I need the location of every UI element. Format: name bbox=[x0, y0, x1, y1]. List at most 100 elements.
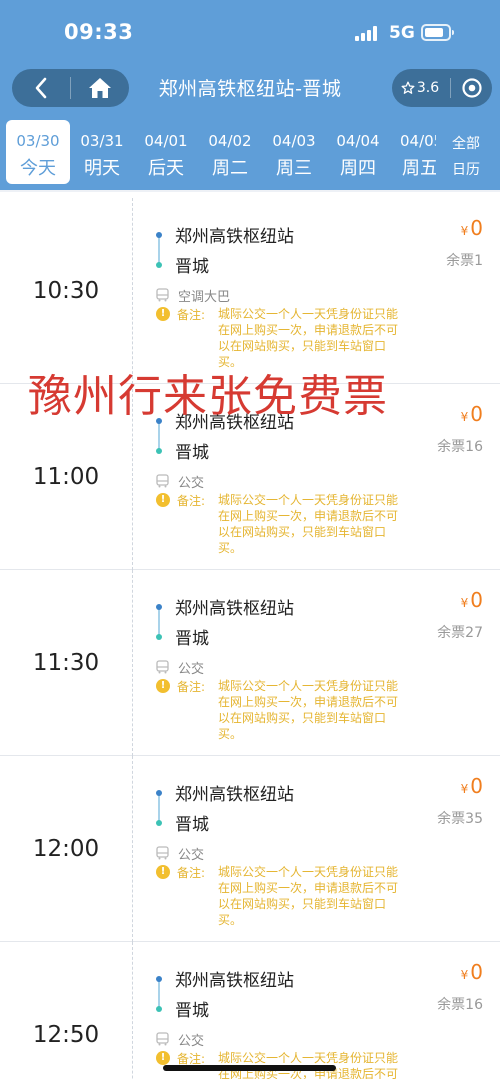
note-text: 城际公交一个人一天凭身份证只能在网上购买一次，申请退款后不可以在网站购买，只能到… bbox=[218, 865, 399, 927]
date-tab-6[interactable]: 04/05 周五 bbox=[390, 120, 436, 186]
status-bar: 09:33 5G bbox=[0, 0, 500, 66]
currency-symbol: ¥ bbox=[460, 968, 469, 982]
price-value: 0 bbox=[470, 402, 483, 426]
trip-row[interactable]: 12:50 郑州高铁枢纽站 晋城 公交 ! 备注: 城际公交一个人一天凭身份证只… bbox=[0, 942, 500, 1079]
remaining-tickets: 余票35 bbox=[437, 811, 483, 827]
origin-dot bbox=[156, 604, 162, 610]
destination-station: 晋城 bbox=[175, 629, 209, 649]
bus-icon bbox=[156, 846, 169, 860]
currency-symbol: ¥ bbox=[460, 782, 469, 796]
remaining-tickets: 余票27 bbox=[437, 625, 483, 641]
close-mini-program-button[interactable] bbox=[454, 69, 490, 107]
bus-icon bbox=[156, 660, 169, 674]
currency-symbol: ¥ bbox=[460, 410, 469, 424]
bus-type: 公交 bbox=[178, 662, 205, 677]
info-icon: ! bbox=[156, 493, 170, 507]
trip-row[interactable]: 11:30 郑州高铁枢纽站 晋城 公交 ! 备注: 城际公交一个人一天凭身份证只… bbox=[0, 570, 500, 756]
destination-station: 晋城 bbox=[175, 815, 209, 835]
date-tab-1[interactable]: 03/31 明天 bbox=[70, 120, 134, 186]
signal-icon bbox=[355, 26, 381, 41]
bus-icon bbox=[156, 474, 169, 488]
bus-type: 公交 bbox=[178, 1034, 205, 1049]
date-tab-label: 后天 bbox=[148, 158, 184, 179]
note-label: 备注: bbox=[177, 308, 206, 322]
remaining-tickets: 余票16 bbox=[437, 997, 483, 1013]
chevron-left-icon bbox=[35, 77, 47, 99]
home-button[interactable] bbox=[71, 69, 129, 107]
overlay-caption: 豫州行来张免费票 bbox=[28, 371, 388, 422]
network-type: 5G bbox=[389, 23, 415, 43]
currency-symbol: ¥ bbox=[460, 596, 469, 610]
nav-pill bbox=[12, 69, 129, 107]
departure-time: 12:00 bbox=[0, 756, 133, 942]
header: 09:33 5G 郑州高铁枢纽站-晋城 3.6 03/30 今天 03/31 明… bbox=[0, 0, 500, 190]
note-label: 备注: bbox=[177, 866, 206, 880]
trip-row[interactable]: 12:00 郑州高铁枢纽站 晋城 公交 ! 备注: 城际公交一个人一天凭身份证只… bbox=[0, 756, 500, 942]
date-selector: 03/30 今天 03/31 明天 04/01 后天 04/02 周二 04/0… bbox=[0, 120, 500, 186]
bus-type: 公交 bbox=[178, 476, 205, 491]
trip-list: 10:30 郑州高铁枢纽站 晋城 空调大巴 ! 备注: 城际公交一个人一天凭身份… bbox=[0, 192, 500, 1079]
origin-station: 郑州高铁枢纽站 bbox=[175, 599, 294, 619]
destination-dot bbox=[156, 634, 162, 640]
date-tab-2[interactable]: 04/01 后天 bbox=[134, 120, 198, 186]
date-tab-date: 04/03 bbox=[272, 132, 316, 150]
bus-icon bbox=[156, 1032, 169, 1046]
nav-bar: 郑州高铁枢纽站-晋城 3.6 bbox=[0, 66, 500, 112]
page-title: 郑州高铁枢纽站-晋城 bbox=[158, 78, 342, 100]
destination-dot bbox=[156, 262, 162, 268]
target-icon bbox=[462, 78, 482, 98]
date-tab-date: 04/04 bbox=[336, 132, 380, 150]
calendar-label-2: 日历 bbox=[452, 162, 480, 178]
back-button[interactable] bbox=[12, 69, 70, 107]
origin-dot bbox=[156, 976, 162, 982]
calendar-label-1: 全部 bbox=[452, 136, 480, 152]
price-value: 0 bbox=[470, 588, 483, 612]
date-tab-3[interactable]: 04/02 周二 bbox=[198, 120, 262, 186]
divider bbox=[450, 78, 451, 98]
origin-dot bbox=[156, 232, 162, 238]
star-icon bbox=[401, 81, 415, 94]
departure-time: 11:30 bbox=[0, 570, 133, 756]
origin-dot bbox=[156, 790, 162, 796]
status-time: 09:33 bbox=[64, 20, 134, 44]
destination-station: 晋城 bbox=[175, 257, 209, 277]
route-line bbox=[158, 422, 160, 450]
date-tab-date: 03/31 bbox=[80, 132, 124, 150]
destination-dot bbox=[156, 1006, 162, 1012]
date-tab-label: 周三 bbox=[276, 158, 312, 179]
price-value: 0 bbox=[470, 216, 483, 240]
date-tab-label: 明天 bbox=[84, 158, 120, 179]
date-tab-0[interactable]: 03/30 今天 bbox=[6, 120, 70, 184]
price: ¥0 bbox=[461, 216, 483, 240]
date-tab-label: 周四 bbox=[340, 158, 376, 179]
note-text: 城际公交一个人一天凭身份证只能在网上购买一次，申请退款后不可以在网站购买，只能到… bbox=[218, 493, 399, 555]
note-label: 备注: bbox=[177, 494, 206, 508]
date-tab-date: 04/01 bbox=[144, 132, 188, 150]
home-indicator bbox=[163, 1065, 336, 1071]
route-line bbox=[158, 608, 160, 636]
rating-button[interactable]: 3.6 bbox=[392, 69, 448, 107]
origin-station: 郑州高铁枢纽站 bbox=[175, 971, 294, 991]
date-tab-date: 03/30 bbox=[16, 132, 60, 150]
date-tab-date: 04/05 bbox=[400, 132, 436, 150]
origin-station: 郑州高铁枢纽站 bbox=[175, 227, 294, 247]
date-tab-label: 周二 bbox=[212, 158, 248, 179]
rating-value: 3.6 bbox=[416, 80, 440, 96]
trip-row[interactable]: 10:30 郑州高铁枢纽站 晋城 空调大巴 ! 备注: 城际公交一个人一天凭身份… bbox=[0, 198, 500, 384]
price: ¥0 bbox=[461, 588, 483, 612]
date-tab-label: 周五 bbox=[402, 158, 436, 179]
note-text: 城际公交一个人一天凭身份证只能在网上购买一次，申请退款后不可以在网站购买，只能到… bbox=[218, 679, 399, 741]
remaining-tickets: 余票1 bbox=[446, 253, 483, 269]
date-tab-5[interactable]: 04/04 周四 bbox=[326, 120, 390, 186]
price-value: 0 bbox=[470, 960, 483, 984]
date-tab-4[interactable]: 04/03 周三 bbox=[262, 120, 326, 186]
currency-symbol: ¥ bbox=[460, 224, 469, 238]
all-calendar-button[interactable]: 全部 日历 bbox=[440, 120, 492, 186]
price-value: 0 bbox=[470, 774, 483, 798]
bus-type: 空调大巴 bbox=[178, 290, 231, 305]
destination-dot bbox=[156, 448, 162, 454]
bus-type: 公交 bbox=[178, 848, 205, 863]
info-icon: ! bbox=[156, 679, 170, 693]
destination-dot bbox=[156, 820, 162, 826]
note-label: 备注: bbox=[177, 680, 206, 694]
